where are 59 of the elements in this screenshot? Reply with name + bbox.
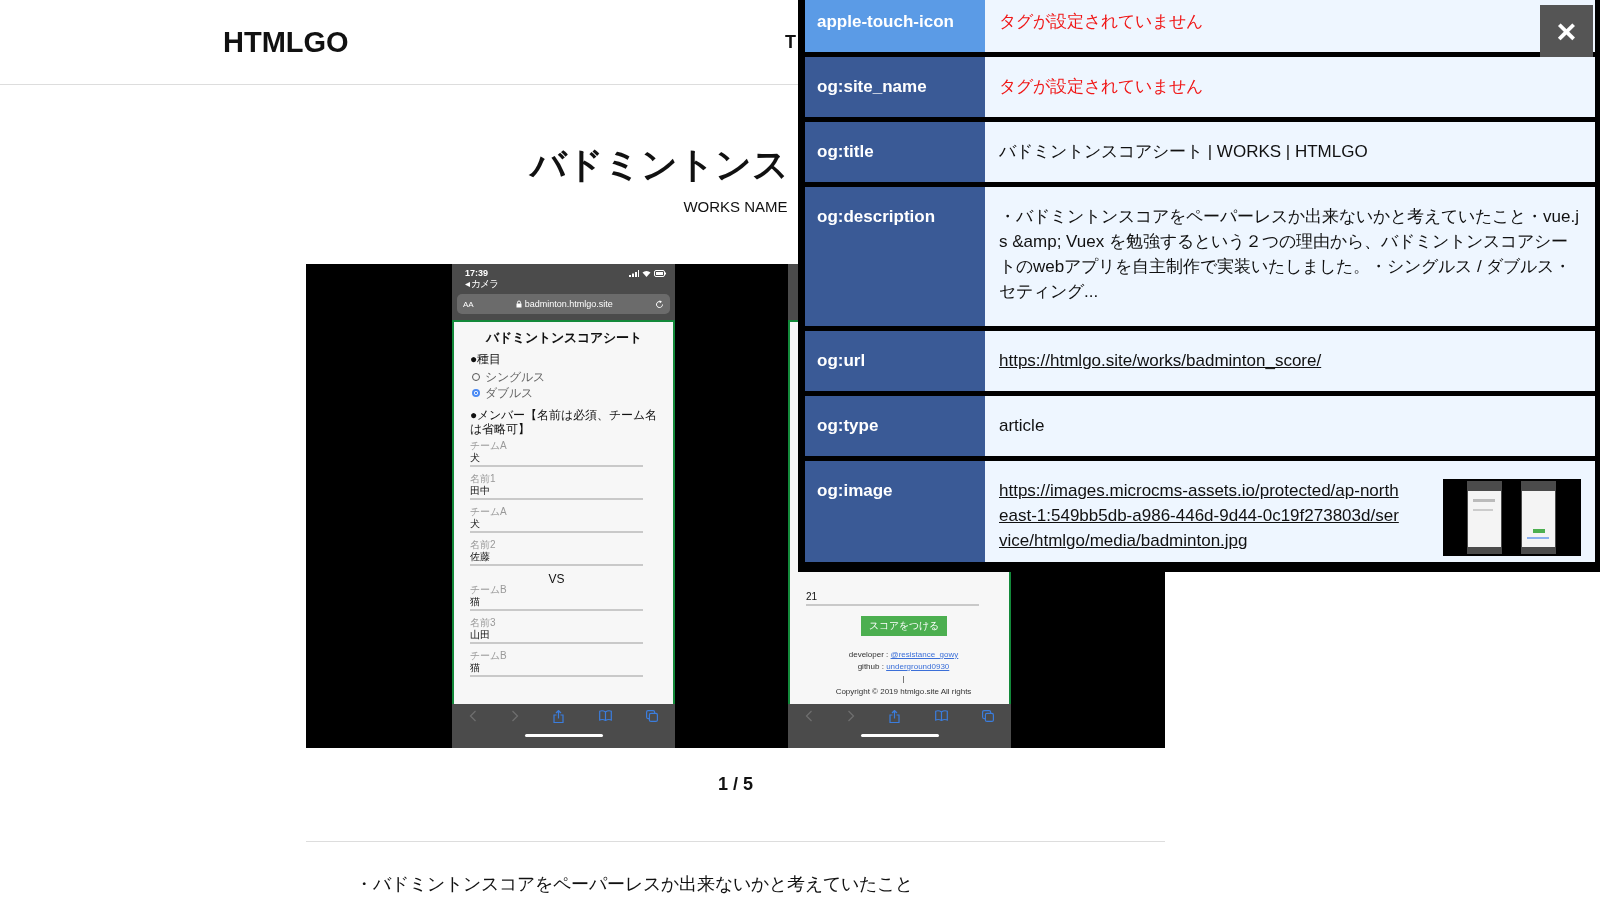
reload-icon[interactable]	[655, 299, 664, 309]
meta-value: ・バドミントンスコアをペーパーレスか出来ないかと考えていたこと・vue.js &amp; Vuex を勉強するという２つの理由から、バドミントンスコアシートのwebアプリを自主制作で実装いたしました。・シングルス / ダブルス・セティング...	[999, 206, 1580, 303]
text-field[interactable]: 名前3 山田	[470, 617, 643, 644]
forward-icon[interactable]	[511, 710, 520, 722]
credit-link[interactable]: @resistance_gowy	[890, 650, 959, 659]
meta-key: og:site_name	[805, 57, 985, 117]
radio-label[interactable]: シングルス	[485, 370, 545, 384]
signal-icon	[629, 270, 639, 277]
text-field[interactable]: チームB 猫	[470, 650, 643, 677]
lock-icon	[515, 300, 522, 308]
section-label: ●メンバー【名前は必須、チーム名は省略可】	[470, 408, 659, 436]
radio-label[interactable]: ダブルス	[485, 386, 533, 400]
book-icon[interactable]	[934, 710, 948, 721]
back-icon[interactable]	[469, 710, 478, 722]
meta-key: og:title	[805, 122, 985, 182]
book-icon[interactable]	[598, 710, 612, 721]
footer-text: Copyright © 2019 htmlgo.site All rights	[834, 687, 973, 696]
meta-value: article	[999, 415, 1045, 437]
credit-text: github : underground0930	[856, 662, 951, 671]
text-size-control[interactable]: AA	[463, 299, 474, 309]
nav-link[interactable]: T	[785, 31, 796, 53]
text-field[interactable]: 名前2 佐藤	[470, 539, 643, 566]
meta-key: og:url	[805, 331, 985, 391]
meta-value: バドミントンスコアシート | WORKS | HTMLGO	[999, 141, 1368, 163]
status-time: 17:39	[465, 268, 490, 278]
forward-icon[interactable]	[847, 710, 856, 722]
page-title: バドミントンス	[530, 143, 789, 187]
text-field[interactable]: チームA 犬	[470, 440, 643, 467]
text-field[interactable]: チームA 犬	[470, 506, 643, 533]
back-icon[interactable]	[805, 710, 814, 722]
text-field[interactable]: 名前1 田中	[470, 473, 643, 500]
close-button[interactable]: ×	[1540, 5, 1593, 57]
meta-key: og:description	[805, 187, 985, 326]
share-icon[interactable]	[889, 710, 901, 723]
meta-key: apple-touch-icon	[805, 0, 985, 52]
warning-text: タグが設定されていません	[999, 11, 1203, 33]
meta-key: og:image	[805, 461, 985, 562]
meta-key: og:type	[805, 396, 985, 456]
warning-text: タグが設定されていません	[999, 76, 1203, 98]
vs-label: VS	[547, 572, 566, 586]
logo-text[interactable]: HTMLGO	[223, 25, 785, 59]
credit-link[interactable]: underground0930	[886, 662, 950, 671]
slide-counter: 1 / 5	[717, 774, 754, 795]
tabs-icon[interactable]	[645, 710, 658, 722]
text-field[interactable]: チームB 猫	[470, 584, 643, 611]
address-bar[interactable]: AA badminton.htmlgo.site	[457, 294, 670, 314]
text-field[interactable]: 21	[806, 590, 979, 606]
tabs-icon[interactable]	[981, 710, 994, 722]
back-link[interactable]: ◂ カメラ	[465, 278, 498, 290]
description-text: ・バドミントンスコアをペーパーレスか出来ないかと考えていたこと	[355, 873, 914, 896]
url-text: badminton.htmlgo.site	[524, 299, 613, 309]
credit-text: developer : @resistance_gowy	[847, 650, 960, 659]
wifi-icon	[642, 270, 651, 277]
section-label: ●種目	[470, 352, 503, 366]
screen-heading: バドミントンスコアシート	[484, 330, 643, 346]
radio-button[interactable]	[472, 389, 480, 397]
footer-text: |	[901, 674, 906, 683]
battery-icon	[654, 270, 666, 277]
share-icon[interactable]	[553, 710, 565, 723]
